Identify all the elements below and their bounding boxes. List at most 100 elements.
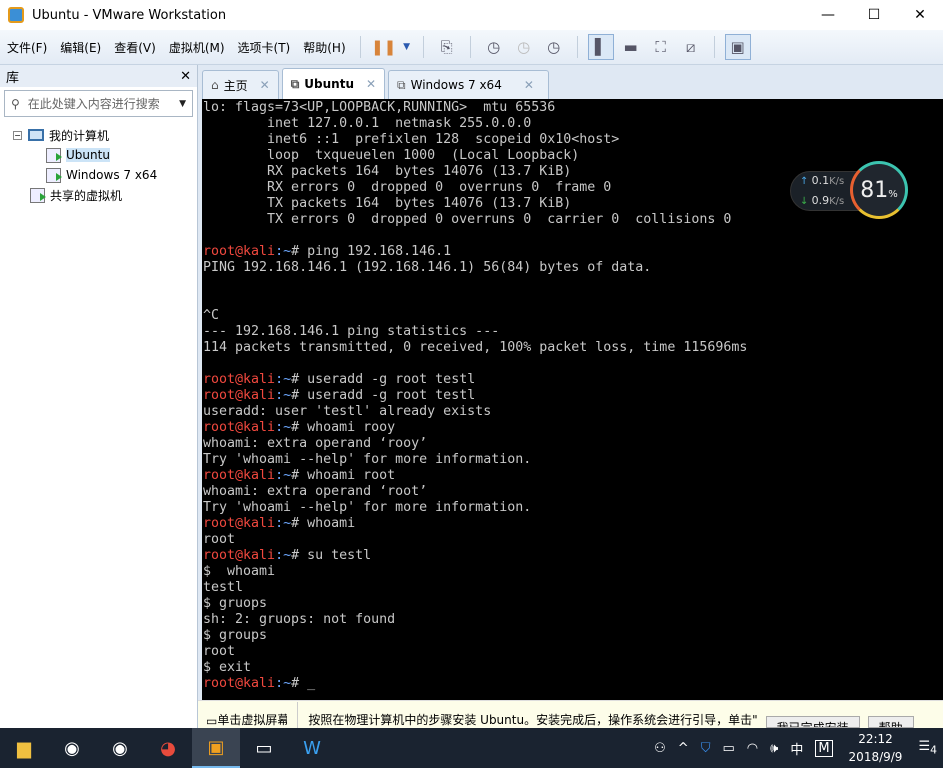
prompt: :~ [275, 420, 292, 435]
line-text: testl [203, 580, 244, 595]
install-hint-bar: ▭ 单击虚拟屏幕 按照在物理计算机中的步骤安装 Ubuntu。安装完成后，操作系… [198, 700, 943, 728]
terminal-line: root@kali:~# su testl [202, 548, 943, 564]
screen-icon: ▭ [206, 714, 218, 728]
terminal-line: Try 'whoami --help' for more information… [202, 500, 943, 516]
line-text: PING 192.168.146.1 (192.168.146.1) 56(84… [203, 260, 652, 275]
line-text: RX errors 0 dropped 0 overruns 0 frame 0 [203, 180, 612, 195]
send-ctrl-alt-del-icon[interactable]: ⎘ [434, 34, 460, 60]
prompt: root@kali [203, 244, 276, 259]
prompt: :~ [275, 372, 292, 387]
security-shield-icon[interactable]: ⛉ [701, 741, 711, 756]
prompt: :~ [275, 468, 292, 483]
steam-icon[interactable]: ◉ [48, 728, 96, 768]
library-search-input[interactable]: ⚲ 在此处键入内容进行搜索 ▼ [4, 90, 193, 117]
line-text: sh: 2: gruops: not found [203, 612, 396, 627]
line-text: Try 'whoami --help' for more information… [203, 452, 532, 467]
clock[interactable]: 22:12 2018/9/9 [849, 730, 903, 766]
line-text: lo: flags=73<UP,LOOPBACK,RUNNING> mtu 65… [203, 100, 556, 115]
prompt: # [291, 420, 308, 435]
terminal-line: 114 packets transmitted, 0 received, 100… [202, 340, 943, 356]
network-monitor-widget[interactable]: ↑ 0.1K/s ↓ 0.9K/s 81% [790, 161, 908, 219]
done-installing-button[interactable]: 我已完成安装 [765, 716, 860, 728]
minimize-button[interactable]: — [805, 0, 851, 30]
terminal-line: root@kali:~# _ [202, 676, 943, 692]
help-button[interactable]: 帮助 [867, 716, 914, 728]
thumbnail-bar-icon[interactable]: ▬ [618, 34, 644, 60]
console-view-icon[interactable]: ▣ [724, 34, 751, 60]
snapshot-revert-icon[interactable]: ◷ [511, 34, 537, 60]
volume-icon[interactable]: 🕪 [770, 741, 778, 756]
download-arrow-icon: ↓ [800, 196, 809, 207]
upload-arrow-icon: ↑ [800, 176, 809, 187]
prompt: :~ [275, 516, 292, 531]
fullscreen-icon[interactable]: ⛶ [648, 34, 674, 60]
menu-edit[interactable]: 编辑(E) [54, 39, 107, 56]
chrome-icon[interactable]: ◕ [144, 728, 192, 768]
tree-vm-windows7[interactable]: Windows 7 x64 [0, 165, 197, 185]
steam-icon[interactable]: ◉ [96, 728, 144, 768]
prompt: :~ [275, 388, 292, 403]
wps-icon[interactable]: W [288, 728, 336, 768]
wifi-icon[interactable]: ◠ [747, 741, 758, 756]
ime-indicator[interactable]: 中 [790, 739, 803, 758]
menu-help[interactable]: 帮助(H) [297, 39, 351, 56]
prompt: root@kali [203, 372, 276, 387]
terminal-line: ^C [202, 308, 943, 324]
notification-center-icon[interactable]: ☰4 [918, 739, 937, 757]
tab-bar: ⌂ 主页 ✕ ⧉ Ubuntu ✕ ⧉ Windows 7 x64 ✕ [202, 68, 552, 99]
line-text: whoami: extra operand ‘rooy’ [203, 436, 428, 451]
pause-icon[interactable]: ❚❚ [371, 34, 397, 60]
line-text: root [203, 532, 236, 547]
maximize-button[interactable]: ☐ [851, 0, 897, 30]
terminal-line: root@kali:~# useradd -g root testl [202, 372, 943, 388]
prompt: # [291, 388, 308, 403]
line-text: inet6 ::1 prefixlen 128 scopeid 0x10<hos… [203, 132, 620, 147]
library-close-button[interactable]: ✕ [180, 69, 191, 84]
home-icon: ⌂ [211, 78, 219, 92]
terminal-line: PING 192.168.146.1 (192.168.146.1) 56(84… [202, 260, 943, 276]
window-title: Ubuntu - VMware Workstation [32, 7, 227, 23]
menu-view[interactable]: 查看(V) [108, 39, 162, 56]
collapse-icon[interactable]: − [13, 130, 22, 140]
battery-icon[interactable]: ▭ [722, 741, 734, 756]
line-text: loop txqueuelen 1000 (Local Loopback) [203, 148, 580, 163]
line-text: TX packets 164 bytes 14076 (13.7 KiB) [203, 196, 572, 211]
terminal-line: $ gruops [202, 596, 943, 612]
file-explorer-icon[interactable]: ▆ [0, 728, 48, 768]
line-text: whoami: extra operand ‘root’ [203, 484, 428, 499]
line-text: su testl [307, 548, 372, 563]
tab-close-button[interactable]: ✕ [366, 77, 376, 91]
menu-tabs[interactable]: 选项卡(T) [232, 39, 297, 56]
vm-icon: ⧉ [397, 77, 406, 92]
ime-mode[interactable]: M [815, 739, 833, 757]
vmware-icon[interactable]: ▣ [192, 728, 240, 768]
tree-shared-vms[interactable]: 共享的虚拟机 [0, 185, 197, 205]
shared-vm-icon [30, 187, 46, 203]
chevron-down-icon[interactable]: ▼ [179, 99, 186, 109]
unity-icon[interactable]: ⧄ [678, 34, 704, 60]
snapshot-take-icon[interactable]: ◷ [481, 34, 507, 60]
terminal-line: $ groups [202, 628, 943, 644]
vm-icon: ⧉ [290, 76, 300, 91]
menu-vm[interactable]: 虚拟机(M) [163, 39, 231, 56]
library-view-icon[interactable]: ▌ [587, 34, 614, 60]
people-icon[interactable]: ⚇ [654, 741, 666, 756]
vmware-icon [8, 7, 24, 23]
tree-vm-ubuntu[interactable]: Ubuntu [0, 145, 197, 165]
menu-file[interactable]: 文件(F) [1, 39, 53, 56]
tab-home[interactable]: ⌂ 主页 ✕ [202, 70, 279, 99]
snapshot-manager-icon[interactable]: ◷ [541, 34, 567, 60]
tab-close-button[interactable]: ✕ [260, 78, 270, 92]
tab-windows7[interactable]: ⧉ Windows 7 x64 ✕ [388, 70, 549, 99]
chevron-up-icon[interactable]: ^ [678, 741, 689, 756]
close-button[interactable]: ✕ [897, 0, 943, 30]
dropdown-icon[interactable]: ▼ [401, 34, 413, 60]
cmd-icon[interactable]: ▭ [240, 728, 288, 768]
tree-my-computer[interactable]: − 我的计算机 [0, 125, 197, 145]
tab-close-button[interactable]: ✕ [524, 78, 534, 92]
tab-ubuntu[interactable]: ⧉ Ubuntu ✕ [281, 68, 386, 99]
